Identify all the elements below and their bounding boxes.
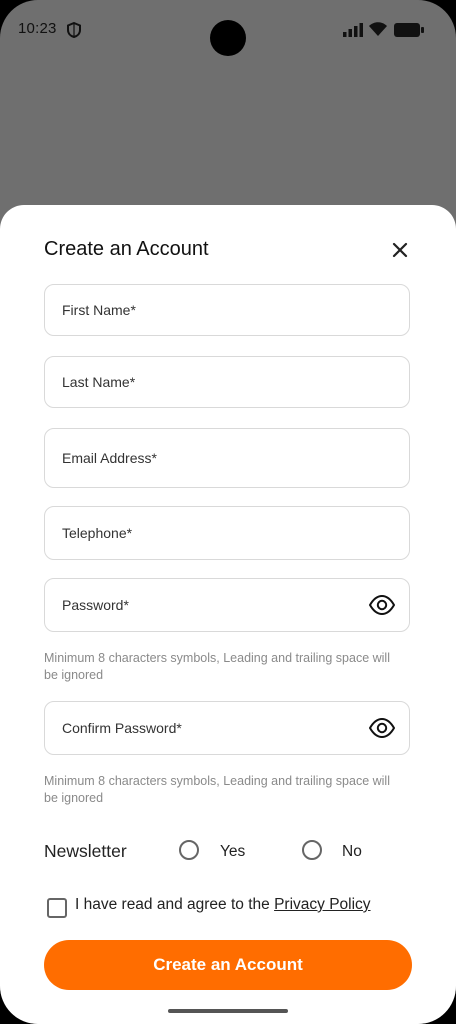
signal-icon [343,23,363,37]
email-field[interactable]: Email Address* [44,428,410,488]
email-placeholder: Email Address* [62,450,157,466]
create-account-sheet: Create an Account First Name* Last Name*… [0,205,456,1024]
camera-cutout [210,20,246,56]
password-placeholder: Password* [62,597,129,613]
first-name-placeholder: First Name* [62,302,136,318]
battery-icon [394,23,424,37]
eye-icon[interactable] [369,595,395,615]
confirm-password-placeholder: Confirm Password* [62,720,182,736]
newsletter-no-label: No [342,843,362,860]
home-indicator [168,1009,288,1013]
first-name-field[interactable]: First Name* [44,284,410,336]
create-account-button[interactable]: Create an Account [44,940,412,990]
password-hint: Minimum 8 characters symbols, Leading an… [44,651,390,682]
last-name-placeholder: Last Name* [62,374,136,390]
newsletter-label: Newsletter [44,841,127,861]
telephone-placeholder: Telephone* [62,525,133,541]
confirm-password-hint: Minimum 8 characters symbols, Leading an… [44,774,390,805]
status-time: 10:23 [18,20,57,37]
close-icon[interactable] [388,238,412,262]
last-name-field[interactable]: Last Name* [44,356,410,408]
eye-icon[interactable] [369,718,395,738]
newsletter-yes-radio[interactable] [179,840,199,860]
password-field[interactable]: Password* [44,578,410,632]
privacy-checkbox[interactable] [47,898,67,918]
status-bar: 10:23 [0,0,456,62]
agreement-text: I have read and agree to the [75,896,275,913]
wifi-icon [369,22,387,36]
shield-icon [67,22,81,38]
privacy-agreement: I have read and agree to the Privacy Pol… [75,896,371,914]
telephone-field[interactable]: Telephone* [44,506,410,560]
newsletter-no-radio[interactable] [302,840,322,860]
confirm-password-field[interactable]: Confirm Password* [44,701,410,755]
newsletter-yes-label: Yes [220,843,246,860]
sheet-title: Create an Account [44,238,209,260]
device-screen: 10:23 Create an Account First Name* Last… [0,0,456,1024]
privacy-policy-link[interactable]: Privacy Policy [274,896,370,913]
